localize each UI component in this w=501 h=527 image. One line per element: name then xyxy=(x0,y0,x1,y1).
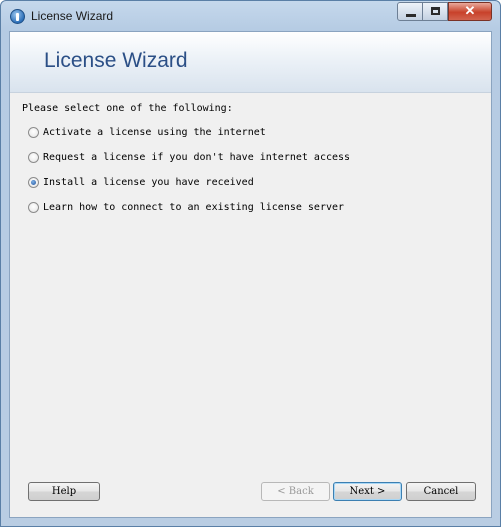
title-bar[interactable]: License Wizard ✕ xyxy=(1,1,500,31)
radio-activate-internet[interactable] xyxy=(28,126,39,138)
option-activate-internet[interactable]: Activate a license using the internet xyxy=(28,124,266,140)
option-label: Learn how to connect to an existing lice… xyxy=(43,201,345,213)
option-connect-server[interactable]: Learn how to connect to an existing lice… xyxy=(28,199,344,215)
wizard-header: License Wizard xyxy=(10,32,491,93)
minimize-icon xyxy=(406,14,416,17)
option-label: Request a license if you don't have inte… xyxy=(43,151,351,163)
maximize-icon xyxy=(431,7,440,15)
option-request-license[interactable]: Request a license if you don't have inte… xyxy=(28,149,350,165)
wizard-client-area: License Wizard Please select one of the … xyxy=(9,31,492,518)
cancel-button[interactable]: Cancel xyxy=(406,482,476,501)
option-install-license[interactable]: Install a license you have received xyxy=(28,174,254,190)
back-button[interactable]: < Back xyxy=(261,482,330,501)
next-button[interactable]: Next > xyxy=(333,482,402,501)
close-button[interactable]: ✕ xyxy=(448,2,492,21)
maximize-button[interactable] xyxy=(422,2,448,21)
window-title: License Wizard xyxy=(31,9,114,23)
radio-connect-server[interactable] xyxy=(28,201,39,213)
minimize-button[interactable] xyxy=(397,2,423,21)
page-title: License Wizard xyxy=(44,49,188,72)
radio-install-license[interactable] xyxy=(28,176,39,188)
option-label: Activate a license using the internet xyxy=(43,126,266,138)
close-icon: ✕ xyxy=(464,3,476,18)
option-label: Install a license you have received xyxy=(43,176,254,188)
radio-request-license[interactable] xyxy=(28,151,39,163)
selection-prompt: Please select one of the following: xyxy=(22,103,233,114)
app-info-icon xyxy=(10,9,25,24)
license-wizard-window: License Wizard ✕ License Wizard Please s… xyxy=(0,0,501,527)
help-button[interactable]: Help xyxy=(28,482,100,501)
